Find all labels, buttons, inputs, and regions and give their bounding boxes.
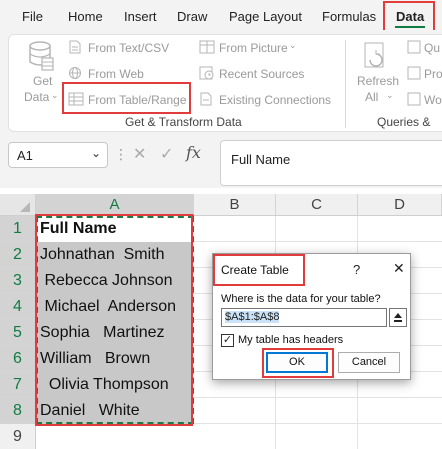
create-table-dialog: Create Table ? ✕ Where is the data for y… <box>212 253 411 380</box>
workbook-links-icon <box>407 92 421 106</box>
row-header-6[interactable]: 6 <box>0 346 36 372</box>
chevron-down-icon[interactable]: ⌄ <box>386 90 394 101</box>
range-value: $A$1:$A$8 <box>225 311 280 323</box>
formula-bar: A1 ⌄ ⋮ ✕ ✓ fx Full Name <box>0 134 442 188</box>
from-table-range-highlight <box>62 82 191 114</box>
get-data-label-2[interactable]: Data <box>24 90 49 104</box>
cancel-icon[interactable]: ✕ <box>133 144 146 164</box>
recent-sources-icon <box>199 66 214 80</box>
refresh-all-label-2[interactable]: All <box>365 90 378 104</box>
range-highlight <box>35 214 193 426</box>
name-box-value: A1 <box>17 148 33 163</box>
data-tab-highlight <box>383 1 435 33</box>
ok-button-highlight <box>262 348 334 378</box>
recent-sources-button[interactable]: Recent Sources <box>219 67 304 81</box>
close-icon[interactable]: ✕ <box>393 260 405 277</box>
get-data-label-1[interactable]: Get <box>33 74 52 88</box>
column-header-c[interactable]: C <box>276 194 358 216</box>
from-picture-button[interactable]: From Picture <box>219 41 288 55</box>
help-icon[interactable]: ? <box>353 262 360 277</box>
chevron-down-icon[interactable]: ⌄ <box>91 146 101 160</box>
properties-button[interactable]: Pro <box>424 67 442 81</box>
headers-checkbox[interactable]: ✓ <box>221 334 234 347</box>
from-text-csv-button[interactable]: From Text/CSV <box>88 41 169 55</box>
tab-file[interactable]: File <box>22 9 43 24</box>
text-file-icon <box>69 40 81 54</box>
enter-icon[interactable]: ✓ <box>160 144 173 164</box>
tab-draw[interactable]: Draw <box>177 9 207 24</box>
collapse-arrow-icon <box>394 313 402 322</box>
range-prompt: Where is the data for your table? <box>221 293 381 305</box>
database-icon <box>29 41 54 71</box>
insert-function-icon[interactable]: fx <box>186 143 201 162</box>
formula-text: Full Name <box>231 152 291 167</box>
web-icon <box>69 67 81 79</box>
properties-icon <box>407 66 421 80</box>
row-header-5[interactable]: 5 <box>0 320 36 346</box>
select-all-corner[interactable] <box>0 194 36 216</box>
refresh-icon <box>364 42 384 68</box>
column-header-a[interactable]: A <box>36 194 194 216</box>
group-separator <box>345 40 346 128</box>
row-header-1[interactable]: 1 <box>0 216 36 242</box>
collapse-dialog-button[interactable] <box>389 308 407 327</box>
from-web-button[interactable]: From Web <box>88 67 144 81</box>
picture-icon <box>199 40 215 54</box>
row-header-7[interactable]: 7 <box>0 372 36 398</box>
tab-page-layout[interactable]: Page Layout <box>229 9 302 24</box>
row-header-3[interactable]: 3 <box>0 268 36 294</box>
name-box[interactable]: A1 ⌄ <box>8 142 108 168</box>
cell-a9[interactable] <box>37 424 191 449</box>
existing-connections-button[interactable]: Existing Connections <box>219 93 331 107</box>
dialog-title-highlight <box>213 254 305 286</box>
queries-group-label: Queries & <box>377 115 431 129</box>
queries-icon <box>407 40 421 54</box>
row-header-9[interactable]: 9 <box>0 424 36 449</box>
queries-connections-button[interactable]: Qu <box>424 41 440 55</box>
checkmark-icon: ✓ <box>222 334 233 346</box>
ribbon-tabs: File Home Insert Draw Page Layout Formul… <box>0 0 442 33</box>
cancel-button[interactable]: Cancel <box>338 352 400 373</box>
column-header-d[interactable]: D <box>358 194 442 216</box>
range-input[interactable]: $A$1:$A$8 <box>221 308 387 327</box>
refresh-all-label-1[interactable]: Refresh <box>357 74 399 88</box>
more-options-icon[interactable]: ⋮ <box>114 146 128 163</box>
tab-home[interactable]: Home <box>68 9 103 24</box>
get-transform-group-label: Get & Transform Data <box>125 115 242 129</box>
ribbon: Get Data ⌄ From Text/CSV From Web From T… <box>0 30 442 134</box>
tab-formulas[interactable]: Formulas <box>322 9 376 24</box>
chevron-down-icon[interactable]: ⌄ <box>289 40 297 51</box>
row-header-2[interactable]: 2 <box>0 242 36 268</box>
tab-insert[interactable]: Insert <box>124 9 157 24</box>
row-header-8[interactable]: 8 <box>0 398 36 424</box>
column-header-b[interactable]: B <box>194 194 276 216</box>
headers-checkbox-label[interactable]: My table has headers <box>238 334 343 346</box>
formula-input[interactable]: Full Name <box>220 140 442 186</box>
connections-icon <box>200 92 212 106</box>
workbook-links-button[interactable]: Wo <box>424 93 442 107</box>
chevron-down-icon[interactable]: ⌄ <box>51 90 59 101</box>
row-header-4[interactable]: 4 <box>0 294 36 320</box>
